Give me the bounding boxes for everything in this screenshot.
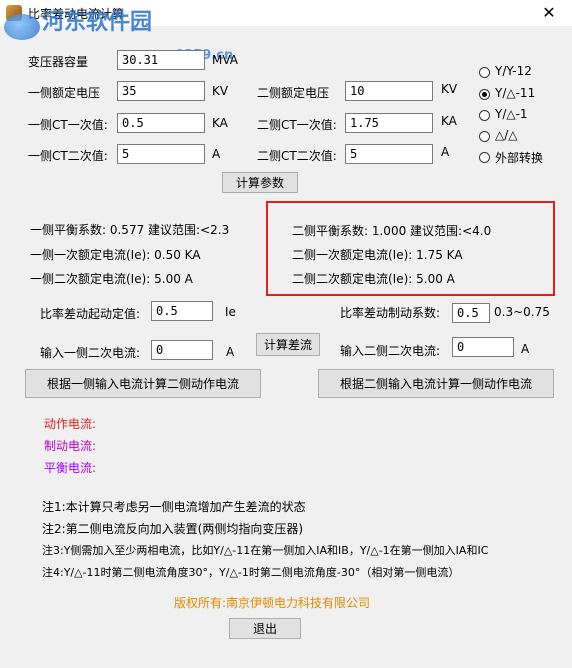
- diff-start-input[interactable]: [151, 301, 213, 321]
- side1-voltage-label: 一侧额定电压: [28, 86, 101, 100]
- diff-brake-input[interactable]: [452, 303, 490, 323]
- copyright-text: 版权所有:南京伊顿电力科技有限公司: [174, 596, 371, 610]
- side2-voltage-label: 二侧额定电压: [257, 86, 330, 100]
- exit-button[interactable]: 退出: [229, 618, 301, 639]
- side1-voltage-input[interactable]: [117, 81, 205, 101]
- side2-ct-secondary-unit: A: [441, 145, 450, 159]
- side1-ct-primary-input[interactable]: [117, 113, 205, 133]
- watermark-site: 河东软件园: [42, 10, 153, 35]
- input2-unit: A: [521, 342, 530, 356]
- note-1: 注1:本计算只考虑另一侧电流增加产生差流的状态: [42, 500, 306, 514]
- side2-ct-primary-unit: KA: [441, 114, 457, 128]
- side2-balance-result: 二侧平衡系数: 1.000 建议范围:<4.0: [292, 224, 492, 238]
- close-icon[interactable]: ✕: [526, 0, 572, 26]
- side1-primary-rated-result: 一侧一次额定电流(Ie): 0.50 KA: [30, 248, 201, 262]
- action-current-label: 动作电流:: [44, 417, 97, 431]
- note-4: 注4:Y/△-11时第二侧电流角度30°，Y/△-1时第二侧电流角度-30°（相…: [42, 566, 460, 579]
- calc-side2-action-button[interactable]: 根据一侧输入电流计算二侧动作电流: [25, 369, 261, 398]
- radio-y-y12-label[interactable]: Y/Y-12: [495, 64, 532, 78]
- radio-y-d1-label[interactable]: Y/△-1: [495, 107, 528, 121]
- radio-external[interactable]: [479, 152, 490, 163]
- note-3: 注3:Y侧需加入至少两相电流，比如Y/△-11在第一侧加入IA和IB，Y/△-1…: [42, 544, 489, 557]
- input2-label: 输入二侧二次电流:: [340, 344, 441, 358]
- side1-ct-secondary-label: 一侧CT二次值:: [28, 149, 108, 163]
- side1-secondary-rated-result: 一侧二次额定电流(Ie): 5.00 A: [30, 272, 193, 286]
- input2-current-input[interactable]: [452, 337, 514, 357]
- side1-ct-primary-unit: KA: [212, 116, 228, 130]
- radio-y-d1[interactable]: [479, 110, 490, 121]
- side1-ct-secondary-input[interactable]: [117, 144, 205, 164]
- calc-diff-button[interactable]: 计算差流: [256, 333, 320, 356]
- side2-voltage-input[interactable]: [345, 81, 433, 101]
- capacity-unit: MVA: [212, 53, 239, 67]
- diff-brake-range: 0.3~0.75: [494, 305, 550, 319]
- diff-start-unit: Ie: [225, 305, 236, 319]
- diff-start-label: 比率差动起动定值:: [40, 307, 141, 321]
- input1-label: 输入一侧二次电流:: [40, 346, 141, 360]
- side2-ct-secondary-input[interactable]: [345, 144, 433, 164]
- side1-ct-primary-label: 一侧CT一次值:: [28, 118, 108, 132]
- radio-y-d11-label[interactable]: Y/△-11: [495, 86, 535, 100]
- side1-balance-result: 一侧平衡系数: 0.577 建议范围:<2.3: [30, 223, 230, 237]
- input1-unit: A: [226, 345, 235, 359]
- radio-external-label[interactable]: 外部转换: [495, 149, 543, 166]
- side2-primary-rated-result: 二侧一次额定电流(Ie): 1.75 KA: [292, 248, 463, 262]
- watermark-logo-icon: [4, 14, 40, 40]
- side2-voltage-unit: KV: [441, 82, 458, 96]
- calc-side1-action-button[interactable]: 根据二侧输入电流计算一侧动作电流: [318, 369, 554, 398]
- radio-y-d11[interactable]: [479, 89, 490, 100]
- radio-d-d[interactable]: [479, 131, 490, 142]
- side2-ct-primary-input[interactable]: [345, 113, 433, 133]
- capacity-label: 变压器容量: [28, 55, 89, 69]
- radio-d-d-label[interactable]: △/△: [495, 128, 518, 142]
- note-2: 注2:第二侧电流反向加入装置(两侧均指向变压器): [42, 522, 304, 536]
- calc-params-button[interactable]: 计算参数: [222, 172, 298, 193]
- input1-current-input[interactable]: [151, 340, 213, 360]
- diff-brake-label: 比率差动制动系数:: [340, 306, 441, 320]
- side1-ct-secondary-unit: A: [212, 147, 221, 161]
- radio-y-y12[interactable]: [479, 67, 490, 78]
- side2-secondary-rated-result: 二侧二次额定电流(Ie): 5.00 A: [292, 272, 455, 286]
- brake-current-label: 制动电流:: [44, 439, 97, 453]
- side2-ct-primary-label: 二侧CT一次值:: [257, 118, 337, 132]
- balance-current-label: 平衡电流:: [44, 461, 97, 475]
- side2-ct-secondary-label: 二侧CT二次值:: [257, 149, 337, 163]
- capacity-input[interactable]: [117, 50, 205, 70]
- side1-voltage-unit: KV: [212, 84, 229, 98]
